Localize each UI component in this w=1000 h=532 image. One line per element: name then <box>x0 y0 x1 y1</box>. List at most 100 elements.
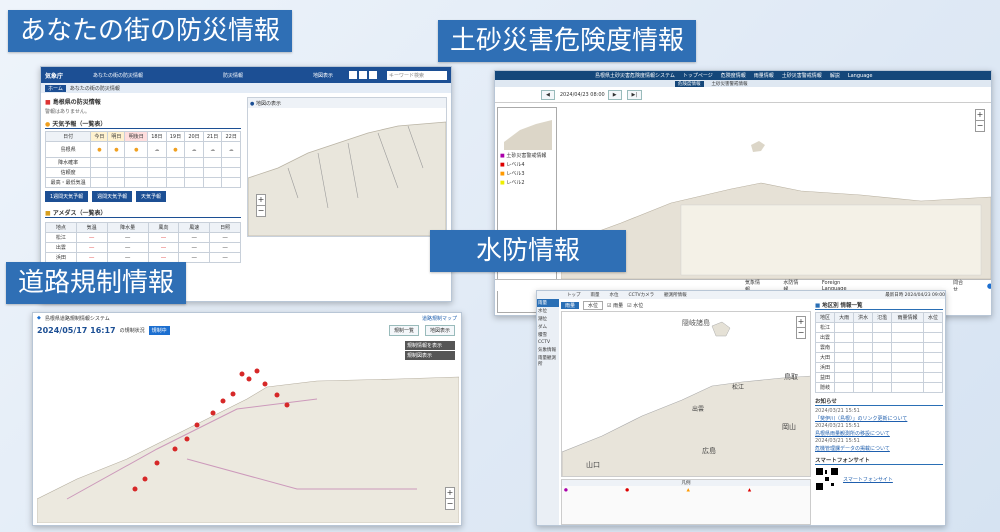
tab-map[interactable]: 地図表示 <box>313 72 333 79</box>
pin[interactable] <box>274 392 280 398</box>
amedas-table: 地点 気温 降水量 風向 風速 日照 松江 ― ― ― ― ― 出雲 ― ― ― ― ― 浜田 ― ― ―… <box>45 222 241 263</box>
breadcrumb-home[interactable]: ホーム <box>45 84 66 92</box>
weather-icon: ● <box>107 141 126 158</box>
side-menu-item[interactable]: 水位 <box>537 307 559 315</box>
help-link[interactable]: 問合せ <box>953 279 967 293</box>
panel-item[interactable]: 規制図表示 <box>405 351 455 360</box>
check-suii[interactable]: ☑ 水位 <box>627 302 643 309</box>
panel-item[interactable]: 規制情報を表示 <box>405 341 455 350</box>
douro-datetime: 2024/05/17 16:17 <box>37 325 116 335</box>
prev-button[interactable]: ◀ <box>541 89 555 100</box>
font-size-icon[interactable] <box>359 71 367 79</box>
nav-keikai[interactable]: 土砂災害警戒情報 <box>782 72 822 79</box>
side-menu-item[interactable]: ダム <box>537 323 559 331</box>
cell <box>834 322 855 333</box>
subtab-kiken[interactable]: 危険度情報 <box>675 80 704 87</box>
nav-top[interactable]: トップページ <box>683 72 713 79</box>
x-share-icon[interactable] <box>369 71 377 79</box>
notice-link[interactable]: 島根県雨量観測所の移設について <box>815 430 943 437</box>
weekly-forecast-button[interactable]: 1週間天気予報 <box>45 191 89 202</box>
weather-icon: ● <box>90 141 109 158</box>
nav-language[interactable]: Language <box>848 73 873 79</box>
pin[interactable] <box>172 446 178 452</box>
help-icon[interactable]: ● <box>987 282 991 290</box>
forecast-button[interactable]: 天気予報 <box>136 191 167 202</box>
district-name: 隠岐 <box>814 382 836 393</box>
side-menu-item[interactable]: 雨量観測所 <box>537 354 559 368</box>
pin[interactable] <box>246 376 252 382</box>
menu-cctv[interactable]: CCTVカメラ <box>629 292 655 298</box>
douro-map[interactable]: 規制情報を表示 規制図表示 + − <box>37 339 459 523</box>
pin[interactable] <box>230 391 236 397</box>
subtab-keikai[interactable]: 土砂災害警戒情報 <box>712 81 748 87</box>
menu-uryou[interactable]: 雨量 <box>591 292 600 298</box>
cell: ― <box>106 252 149 263</box>
menu-top[interactable]: トップ <box>567 292 581 298</box>
cell <box>90 157 109 168</box>
pin[interactable] <box>239 371 245 377</box>
side-menu-item[interactable]: 積雪 <box>537 331 559 339</box>
dosha-subtabs: 危険度情報 土砂災害警戒情報 <box>495 80 991 87</box>
map-label-yamaguchi: 山口 <box>586 461 600 469</box>
side-menu-item[interactable]: 雨量 <box>537 299 559 307</box>
pin[interactable] <box>254 368 260 374</box>
pin[interactable] <box>210 410 216 416</box>
bousai-left-column: ■ 島根県の防災情報 警報はありません。 ● 天気予報（一覧表） 日付 今日 明… <box>44 97 241 263</box>
nav-uryou[interactable]: 雨量情報 <box>754 72 774 79</box>
dosha-header: 島根県土砂災害危険度情報システム トップページ 危険度情報 雨量情報 土砂災害警… <box>495 71 991 80</box>
qr-code-icon[interactable] <box>815 467 839 491</box>
cell <box>891 342 924 353</box>
district-name: 出雲 <box>814 332 836 343</box>
smartphone-link[interactable]: スマートフォンサイト <box>843 476 893 483</box>
pin[interactable] <box>262 381 268 387</box>
home-icon[interactable] <box>349 71 357 79</box>
nav-kiken[interactable]: 危険度情報 <box>721 72 746 79</box>
check-uryou[interactable]: ☑ 雨量 <box>607 302 623 309</box>
weekly-button[interactable]: 週間天気予報 <box>92 191 133 202</box>
pin[interactable] <box>220 398 226 404</box>
tab-bousai[interactable]: 防災情報 <box>223 72 243 79</box>
notice-link[interactable]: 「斐伊川（島根）」のリンク更新について <box>815 415 943 422</box>
tab-suii[interactable]: 水位 <box>583 301 604 310</box>
menu-suii[interactable]: 水位 <box>610 292 619 298</box>
latest-button[interactable]: ▶| <box>626 89 643 100</box>
side-menu-item[interactable]: CCTV <box>537 339 559 346</box>
side-menu-item[interactable]: 気象情報 <box>537 346 559 354</box>
cell: ― <box>209 252 241 263</box>
list-heading: ■ 地区別 情報一覧 <box>815 301 943 310</box>
cell <box>202 157 223 168</box>
douro-map-button[interactable]: 地図表示 <box>424 324 455 336</box>
zoom-out-button[interactable]: − <box>796 327 806 339</box>
tab-uryou[interactable]: 雨量 <box>561 302 580 309</box>
next-button[interactable]: ▶ <box>607 89 622 100</box>
douro-list-button[interactable]: 規制一覧 <box>388 324 419 336</box>
mini-map[interactable] <box>500 110 556 150</box>
district-name: 雲南 <box>814 342 836 353</box>
breadcrumb-current: あなたの街の防災情報 <box>69 85 120 92</box>
douro-top-link[interactable]: 道路規制マップ <box>422 315 457 322</box>
pin[interactable] <box>184 436 190 442</box>
pin[interactable] <box>284 402 290 408</box>
zoom-out-button[interactable]: − <box>445 498 455 510</box>
search-input[interactable]: キーワード検索 <box>387 70 447 80</box>
bousai-map[interactable] <box>248 108 446 236</box>
cell: ― <box>75 252 108 263</box>
amedas-row-label: 浜田 <box>45 252 77 263</box>
forecast-col: 20日 <box>184 131 204 142</box>
notice-link[interactable]: 危機管理課データの掲載について <box>815 445 943 452</box>
legend-mark: ● <box>625 488 630 493</box>
zoom-out-button[interactable]: − <box>975 120 985 132</box>
cell <box>922 382 944 393</box>
menu-kansoku[interactable]: 観測所情報 <box>664 292 687 298</box>
dosha-toolbar: ◀ 2024/04/23 08:00 ▶ ▶| <box>495 87 991 103</box>
pin[interactable] <box>132 486 138 492</box>
nav-kaisetsu[interactable]: 解説 <box>830 72 840 79</box>
side-menu-item[interactable]: 潮位 <box>537 315 559 323</box>
cell: ― <box>147 232 180 243</box>
jma-logo[interactable]: 気象庁 <box>45 71 63 80</box>
pin[interactable] <box>194 422 200 428</box>
pin[interactable] <box>154 460 160 466</box>
suibou-map[interactable]: 隠岐諸島 松江 出雲 鳥取 岡山 広島 山口 + − <box>561 311 811 477</box>
pin[interactable] <box>142 476 148 482</box>
zoom-out-button[interactable]: − <box>256 205 266 217</box>
